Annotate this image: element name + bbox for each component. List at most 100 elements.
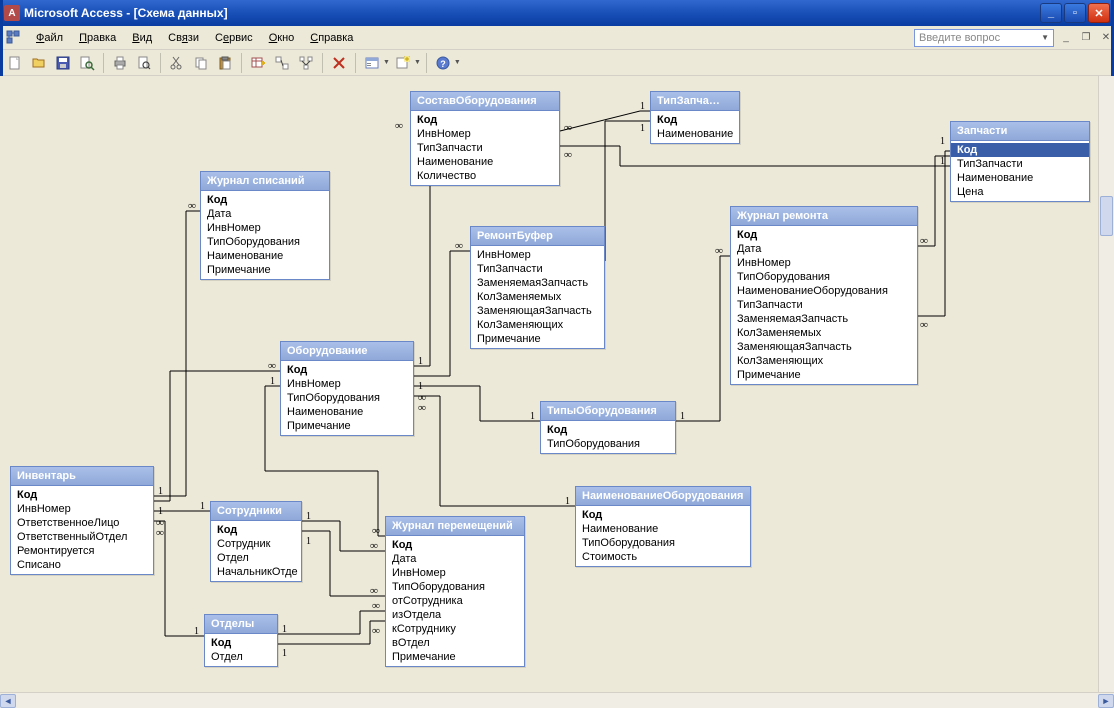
table-header[interactable]: ТипыОборудования (541, 402, 675, 421)
table-field[interactable]: Код (951, 143, 1089, 157)
table-field[interactable]: Примечание (281, 419, 413, 433)
table-field[interactable]: Отдел (205, 650, 277, 664)
table-field[interactable]: НачальникОтде (211, 565, 301, 579)
table-field[interactable]: Примечание (471, 332, 604, 346)
table-field[interactable]: Наименование (281, 405, 413, 419)
table-zhurnal-spisaniy[interactable]: Журнал списаний КодДатаИнвНомерТипОборудо… (200, 171, 330, 280)
table-field[interactable]: Ремонтируется (11, 544, 153, 558)
table-field[interactable]: Код (651, 113, 739, 127)
table-field[interactable]: ТипОборудования (281, 391, 413, 405)
table-otdely[interactable]: Отделы КодОтдел (204, 614, 278, 667)
table-field[interactable]: Дата (731, 242, 917, 256)
table-field[interactable]: Цена (951, 185, 1089, 199)
table-field[interactable]: Код (201, 193, 329, 207)
table-tip-zapchasti[interactable]: ТипЗапча… КодНаименование (650, 91, 740, 144)
table-field[interactable]: Код (731, 228, 917, 242)
table-field[interactable]: ИнвНомер (731, 256, 917, 270)
table-field[interactable]: ИнвНомер (411, 127, 559, 141)
table-header[interactable]: Оборудование (281, 342, 413, 361)
table-field[interactable]: КолЗаменяющих (731, 354, 917, 368)
table-field[interactable]: Наименование (951, 171, 1089, 185)
table-field[interactable]: Дата (386, 552, 524, 566)
svg-text:∞: ∞ (715, 245, 723, 257)
table-header[interactable]: Запчасти (951, 122, 1089, 141)
vertical-scrollbar[interactable] (1098, 76, 1114, 692)
table-field[interactable]: НаименованиеОборудования (731, 284, 917, 298)
table-header[interactable]: РемонтБуфер (471, 227, 604, 246)
svg-text:1: 1 (194, 626, 199, 637)
horizontal-scrollbar[interactable]: ◄ ► (0, 692, 1114, 708)
table-field[interactable]: ИнвНомер (386, 566, 524, 580)
table-tipy-oborudovaniya[interactable]: ТипыОборудования КодТипОборудования (540, 401, 676, 454)
table-header[interactable]: Инвентарь (11, 467, 153, 486)
table-field[interactable]: Наименование (576, 522, 750, 536)
table-field[interactable]: Код (576, 508, 750, 522)
table-header[interactable]: СоставОборудования (411, 92, 559, 111)
table-field[interactable]: кСотруднику (386, 622, 524, 636)
table-header[interactable]: НаименованиеОборудования (576, 487, 750, 506)
table-field[interactable]: ТипОборудования (731, 270, 917, 284)
table-header[interactable]: Сотрудники (211, 502, 301, 521)
table-inventar[interactable]: Инвентарь КодИнвНомерОтветственноеЛицоОтв… (10, 466, 154, 575)
scroll-right-icon[interactable]: ► (1098, 694, 1114, 708)
table-field[interactable]: Количество (411, 169, 559, 183)
table-zhurnal-remonta[interactable]: Журнал ремонта КодДатаИнвНомерТипОборудов… (730, 206, 918, 385)
table-field[interactable]: ИнвНомер (471, 248, 604, 262)
table-field[interactable]: ОтветственныйОтдел (11, 530, 153, 544)
table-field[interactable]: вОтдел (386, 636, 524, 650)
table-field[interactable]: Наименование (411, 155, 559, 169)
table-naimenovanie-oborudovaniya[interactable]: НаименованиеОборудования КодНаименованиеТ… (575, 486, 751, 567)
table-field[interactable]: отСотрудника (386, 594, 524, 608)
scroll-left-icon[interactable]: ◄ (0, 694, 16, 708)
table-field[interactable]: ТипОборудования (386, 580, 524, 594)
table-field[interactable]: Наименование (651, 127, 739, 141)
table-header[interactable]: Журнал перемещений (386, 517, 524, 536)
table-field[interactable]: Примечание (731, 368, 917, 382)
table-field[interactable]: Наименование (201, 249, 329, 263)
table-field[interactable]: Код (11, 488, 153, 502)
table-field[interactable]: ИнвНомер (281, 377, 413, 391)
table-field[interactable]: Сотрудник (211, 537, 301, 551)
table-field[interactable]: ЗаменяемаяЗапчасть (471, 276, 604, 290)
table-header[interactable]: ТипЗапча… (651, 92, 739, 111)
table-field[interactable]: КолЗаменяемых (471, 290, 604, 304)
table-field[interactable]: Код (281, 363, 413, 377)
table-field[interactable]: ЗаменяющаяЗапчасть (731, 340, 917, 354)
table-field[interactable]: ИнвНомер (11, 502, 153, 516)
table-field[interactable]: Примечание (386, 650, 524, 664)
table-zhurnal-peremescheniy[interactable]: Журнал перемещений КодДатаИнвНомерТипОбор… (385, 516, 525, 667)
table-field[interactable]: Стоимость (576, 550, 750, 564)
table-field[interactable]: Отдел (211, 551, 301, 565)
table-field[interactable]: КолЗаменяющих (471, 318, 604, 332)
table-field[interactable]: Примечание (201, 263, 329, 277)
table-field[interactable]: Код (205, 636, 277, 650)
table-header[interactable]: Отделы (205, 615, 277, 634)
table-sotrudniki[interactable]: Сотрудники КодСотрудникОтделНачальникОтде (210, 501, 302, 582)
table-field[interactable]: ТипОборудования (541, 437, 675, 451)
table-field[interactable]: Код (386, 538, 524, 552)
table-field[interactable]: ТипОборудования (201, 235, 329, 249)
relationships-canvas[interactable]: 1∞ 1∞ ∞1 ∞1 1 1∞∞ 11∞∞ 1∞ 1∞ 1∞ ∞1 ∞1 ∞1… (0, 76, 1114, 692)
table-field[interactable]: Списано (11, 558, 153, 572)
table-field[interactable]: ТипЗапчасти (471, 262, 604, 276)
table-field[interactable]: изОтдела (386, 608, 524, 622)
table-field[interactable]: ИнвНомер (201, 221, 329, 235)
table-field[interactable]: Код (541, 423, 675, 437)
table-field[interactable]: ЗаменяющаяЗапчасть (471, 304, 604, 318)
table-field[interactable]: ОтветственноеЛицо (11, 516, 153, 530)
table-field[interactable]: ТипЗапчасти (951, 157, 1089, 171)
table-field[interactable]: ТипЗапчасти (731, 298, 917, 312)
table-header[interactable]: Журнал списаний (201, 172, 329, 191)
table-field[interactable]: Код (411, 113, 559, 127)
table-oborudovanie[interactable]: Оборудование КодИнвНомерТипОборудованияНа… (280, 341, 414, 436)
table-field[interactable]: Дата (201, 207, 329, 221)
table-field[interactable]: ТипЗапчасти (411, 141, 559, 155)
table-zapchasti[interactable]: Запчасти КодТипЗапчастиНаименованиеЦена (950, 121, 1090, 202)
table-sostav-oborudovaniya[interactable]: СоставОборудования КодИнвНомерТипЗапчасти… (410, 91, 560, 186)
table-field[interactable]: Код (211, 523, 301, 537)
table-field[interactable]: ТипОборудования (576, 536, 750, 550)
table-field[interactable]: КолЗаменяемых (731, 326, 917, 340)
table-remont-bufer[interactable]: РемонтБуфер ИнвНомерТипЗапчастиЗаменяемая… (470, 226, 605, 349)
table-header[interactable]: Журнал ремонта (731, 207, 917, 226)
table-field[interactable]: ЗаменяемаяЗапчасть (731, 312, 917, 326)
